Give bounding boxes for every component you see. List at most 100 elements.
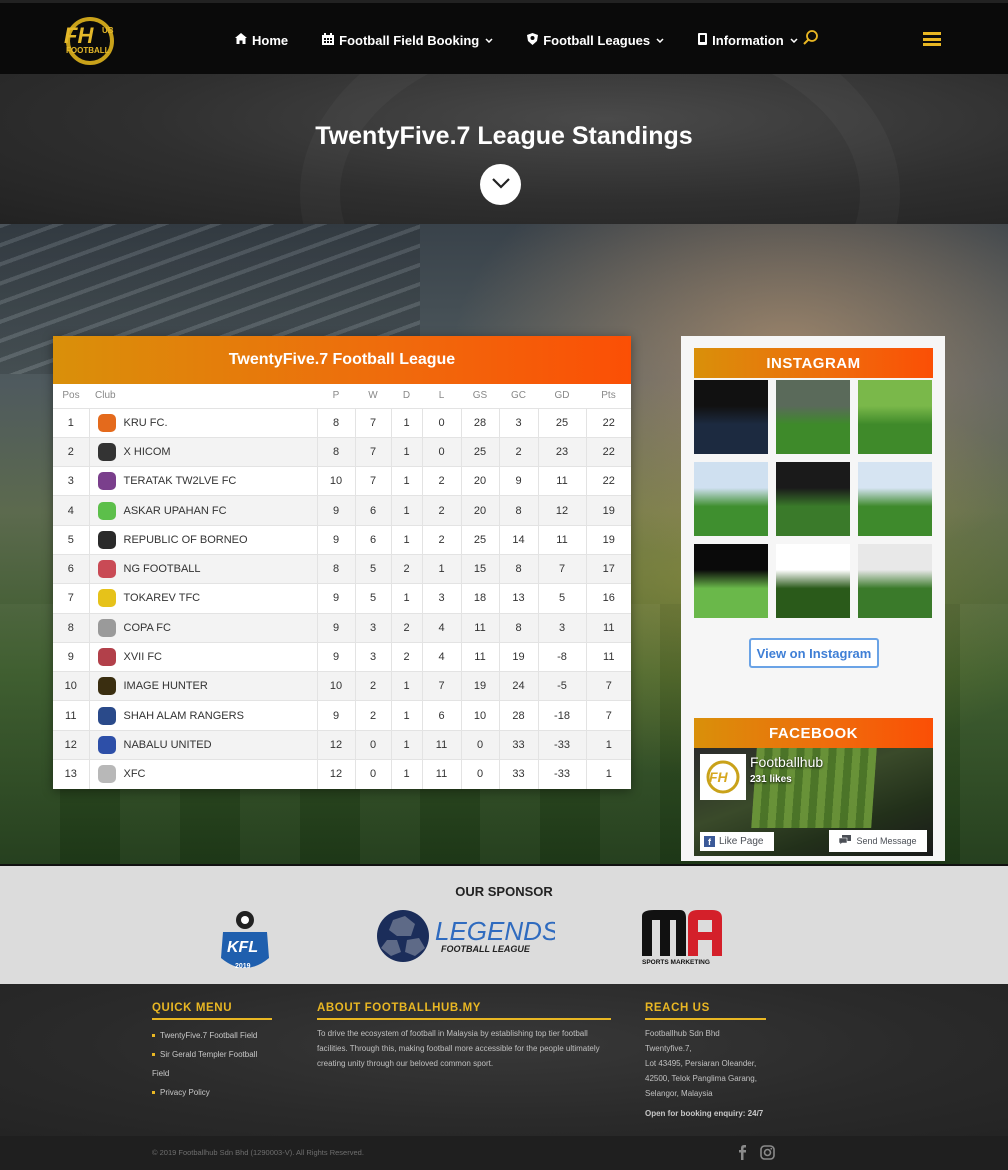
club-name: XFC	[123, 768, 146, 781]
instagram-post-thumbnail[interactable]	[694, 462, 768, 536]
w-cell: 0	[354, 759, 391, 789]
quick-menu-link[interactable]: Privacy Policy	[152, 1083, 272, 1102]
facebook-like-page-button[interactable]: f Like Page	[700, 832, 774, 851]
club-crest-icon	[97, 735, 116, 754]
nav-football-leagues[interactable]: Football Leagues	[527, 32, 664, 48]
svg-text:LEGENDS: LEGENDS	[435, 916, 555, 946]
pts-cell: 19	[585, 524, 631, 555]
p-cell: 9	[316, 583, 355, 614]
quick-menu-title: QUICK MENU	[152, 1002, 272, 1020]
facebook-page-name[interactable]: Footballhub	[750, 754, 823, 770]
search-icon[interactable]	[802, 29, 820, 47]
scroll-down-button[interactable]	[480, 164, 521, 205]
nav-home[interactable]: Home	[235, 33, 288, 48]
copyright-text: © 2019 Footballhub Sdn Bhd (1290003-V). …	[152, 1148, 364, 1157]
p-cell: 12	[316, 759, 355, 789]
gd-cell: -33	[537, 729, 586, 760]
site-footer: QUICK MENU TwentyFive.7 Football Field S…	[0, 984, 1008, 1136]
p-cell: 8	[316, 407, 355, 438]
instagram-widget-title: INSTAGRAM	[694, 348, 933, 378]
col-gd: GD	[554, 390, 570, 402]
main-nav: Home Football Field Booking Football Lea…	[235, 3, 832, 77]
instagram-post-thumbnail[interactable]	[858, 380, 932, 454]
p-cell: 9	[316, 612, 355, 643]
svg-text:KFL: KFL	[227, 939, 258, 956]
pos-cell: 12	[53, 729, 89, 760]
chevron-down-icon	[790, 35, 798, 45]
d-cell: 2	[390, 641, 422, 672]
d-cell: 1	[390, 495, 422, 526]
tablet-icon	[698, 32, 708, 48]
footer-reach-us: REACH US Footballhub Sdn Bhd Twentyfive.…	[645, 1002, 766, 1118]
about-title: ABOUT FOOTBALLHUB.MY	[317, 1002, 611, 1020]
club-cell: TERATAK TW2LVE FC	[88, 466, 317, 496]
p-cell: 12	[316, 729, 355, 760]
svg-text:FH: FH	[709, 769, 729, 785]
instagram-post-thumbnail[interactable]	[694, 380, 768, 454]
sponsor-logo-ma-sports-marketing[interactable]: SPORTS MARKETING	[640, 910, 724, 966]
standings-table: Pos Club P W D L GS GC GD Pts 1 KRU FC. 8 7…	[53, 384, 631, 789]
l-cell: 1	[421, 553, 461, 584]
club-crest-icon	[97, 413, 116, 432]
nav-football-field-booking[interactable]: Football Field Booking	[322, 32, 493, 48]
gc-cell: 14	[498, 524, 538, 555]
p-cell: 9	[316, 641, 355, 672]
facebook-icon: f	[704, 836, 715, 847]
l-cell: 7	[421, 671, 461, 701]
instagram-post-thumbnail[interactable]	[776, 380, 850, 454]
pts-cell: 11	[585, 612, 631, 643]
instagram-post-thumbnail[interactable]	[776, 462, 850, 536]
gd-cell: 12	[537, 495, 586, 526]
l-cell: 2	[421, 495, 461, 526]
sponsor-logo-legends[interactable]: LEGENDS FOOTBALL LEAGUE	[375, 910, 560, 962]
l-cell: 0	[421, 436, 461, 467]
instagram-post-thumbnail[interactable]	[776, 544, 850, 618]
nav-information[interactable]: Information	[698, 32, 798, 48]
svg-text:FH: FH	[64, 23, 94, 48]
hamburger-menu-icon[interactable]	[923, 32, 941, 46]
club-name: REPUBLIC OF BORNEO	[123, 533, 248, 546]
gc-cell: 13	[498, 583, 538, 614]
gs-cell: 20	[460, 495, 499, 526]
l-cell: 2	[421, 524, 461, 555]
table-row: 12 NABALU UNITED 12 0 1 11 0 33 -33 1	[53, 729, 631, 760]
pos-cell: 6	[53, 553, 89, 584]
club-crest-icon	[97, 472, 116, 491]
quick-menu-link[interactable]: TwentyFive.7 Football Field	[152, 1026, 272, 1045]
instagram-post-thumbnail[interactable]	[694, 544, 768, 618]
footballhub-logo[interactable]: FH UB FOOTBALL	[56, 13, 124, 67]
facebook-page-avatar[interactable]: FH	[700, 754, 746, 800]
facebook-icon[interactable]	[738, 1145, 747, 1163]
gd-cell: 11	[537, 524, 586, 555]
instagram-post-thumbnail[interactable]	[858, 544, 932, 618]
col-pos: Pos	[62, 390, 80, 402]
nav-booking-label: Football Field Booking	[339, 32, 480, 48]
instagram-icon[interactable]	[760, 1145, 775, 1163]
instagram-post-thumbnail[interactable]	[858, 462, 932, 536]
about-line: facilities. Through this, making footbal…	[317, 1044, 600, 1053]
table-row: 11 SHAH ALAM RANGERS 9 2 1 6 10 28 -18 7	[53, 700, 631, 731]
gc-cell: 24	[498, 671, 538, 701]
table-row: 8 COPA FC 9 3 2 4 11 8 3 11	[53, 612, 631, 643]
pos-cell: 13	[53, 759, 89, 789]
page-hero: TwentyFive.7 League Standings	[0, 74, 1008, 224]
view-on-instagram-button[interactable]: View on Instagram	[749, 638, 879, 668]
d-cell: 1	[390, 524, 422, 555]
shield-icon	[527, 32, 539, 48]
gd-cell: -5	[537, 671, 586, 701]
gs-cell: 11	[460, 641, 499, 672]
quick-menu-link[interactable]: Sir Gerald Templer Football Field	[152, 1045, 272, 1083]
address: Footballhub Sdn Bhd Twentyfive.7, Lot 43…	[645, 1026, 766, 1101]
table-row: 5 REPUBLIC OF BORNEO 9 6 1 2 25 14 11 19	[53, 524, 631, 555]
nav-leagues-label: Football Leagues	[543, 32, 651, 48]
gs-cell: 15	[460, 553, 499, 584]
table-row: 4 ASKAR UPAHAN FC 9 6 1 2 20 8 12 19	[53, 495, 631, 526]
w-cell: 5	[354, 553, 391, 584]
gc-cell: 8	[498, 495, 538, 526]
d-cell: 1	[390, 671, 422, 701]
col-gs: GS	[472, 390, 488, 402]
p-cell: 8	[316, 436, 355, 467]
sponsor-logo-kfl[interactable]: KFL 2019	[215, 910, 275, 980]
col-pts: Pts	[601, 390, 616, 402]
facebook-send-message-button[interactable]: Send Message	[829, 830, 927, 852]
